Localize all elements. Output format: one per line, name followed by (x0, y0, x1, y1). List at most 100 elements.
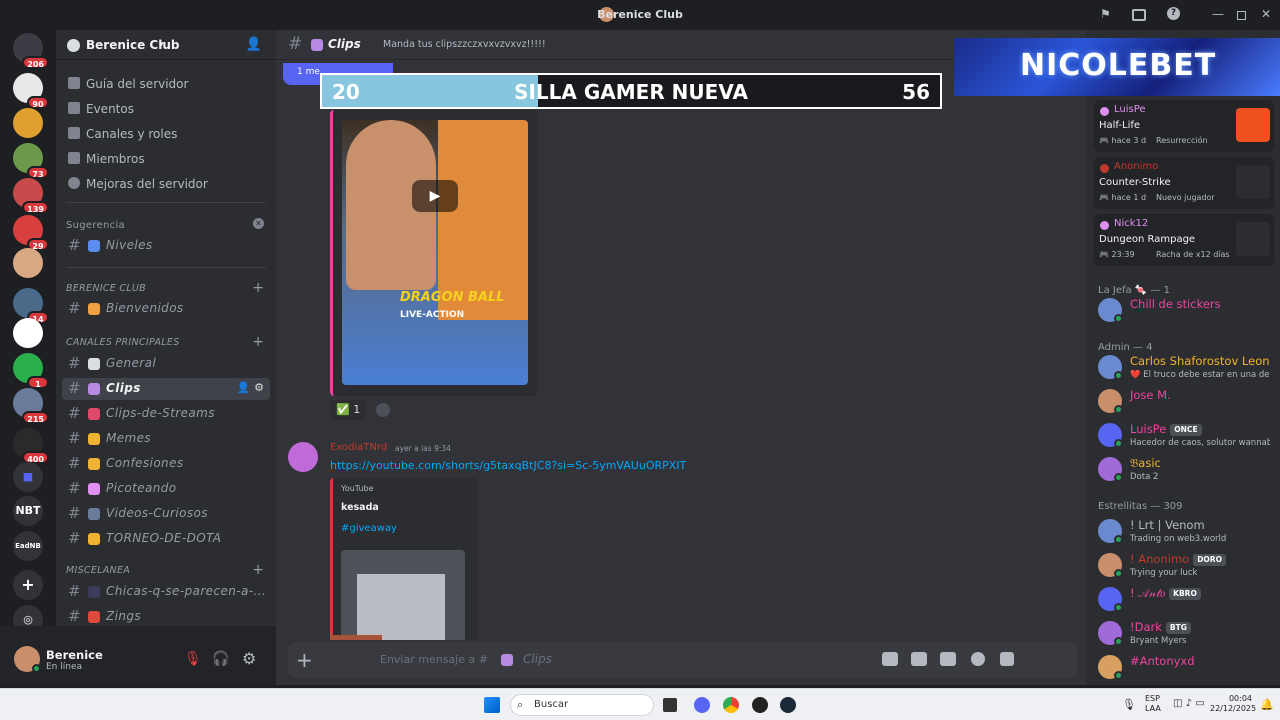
member-item[interactable]: ! 𝒜𝓃𝓉𝑜 KBRO (1094, 582, 1274, 616)
category-miscelanea[interactable]: MISCELANEA (66, 565, 130, 576)
gift-icon[interactable] (882, 652, 898, 666)
channel-confesiones[interactable]: # Confesiones (62, 453, 270, 475)
server-icon[interactable]: 29 (13, 215, 49, 251)
activity-card[interactable]: Nick12 Dungeon Rampage 🎮 23:39 Racha de x12… (1094, 214, 1274, 266)
invite-icon[interactable]: 👤 (237, 381, 251, 394)
server-eadnb[interactable]: EadNB (13, 531, 43, 561)
member-item[interactable]: Jose M. (1094, 384, 1274, 418)
activity-card[interactable]: LuisPe Half-Life 🎮 hace 3 d Resurrección (1094, 100, 1274, 152)
embed-thumbnail[interactable]: ▶ (341, 550, 465, 640)
server-icon[interactable]: 206 (13, 33, 49, 69)
message-link[interactable]: https://youtube.com/shorts/g5taxqBtJC8?s… (330, 459, 686, 472)
embed-title[interactable]: kesada (341, 502, 379, 513)
add-server-icon[interactable]: + (13, 570, 43, 600)
embed-hashtag[interactable]: #giveaway (341, 523, 397, 534)
sticker-icon[interactable] (940, 652, 956, 666)
menu-members[interactable]: Miembros (66, 149, 266, 171)
emoji-icon[interactable] (971, 652, 985, 666)
deafen-icon[interactable]: 🎧 (212, 651, 229, 667)
minimize-button[interactable]: — (1212, 7, 1224, 21)
dismiss-icon[interactable]: ✕ (253, 218, 264, 229)
channel-memes[interactable]: # Memes (62, 428, 270, 450)
category-berenice[interactable]: BERENICE CLUB (66, 283, 146, 294)
server-nbt[interactable]: NBT (13, 496, 43, 526)
message-author[interactable]: ExodiaTNrd (330, 442, 387, 453)
menu-server-guide[interactable]: Guía del servidor (66, 74, 266, 96)
channel-videos-curiosos[interactable]: # Videos-Curiosos (62, 503, 270, 525)
inbox-flag-icon[interactable]: ⚑ (1100, 7, 1111, 21)
server-icon[interactable]: 73 (13, 143, 49, 179)
invite-icon[interactable]: 👤 (246, 37, 262, 52)
member-item[interactable]: ! Anonimo DORO Trying your luck (1094, 548, 1274, 582)
server-icon[interactable] (13, 248, 43, 278)
help-icon[interactable]: ? (1167, 7, 1180, 20)
reaction-check[interactable]: ✅ 1 (330, 400, 367, 420)
game-art (1236, 108, 1270, 142)
server-icon[interactable]: 400 (13, 428, 49, 464)
category-principales[interactable]: CANALES PRINCIPALES (66, 337, 180, 348)
clock[interactable]: 00:04 22/12/2025 (1210, 694, 1256, 714)
hash-icon: # (68, 504, 81, 522)
channel-picoteando[interactable]: # Picoteando (62, 478, 270, 500)
network-icon[interactable]: ◫ ♪ ▭ (1173, 698, 1205, 709)
server-icon[interactable]: 139 (13, 178, 49, 214)
member-item[interactable]: 𝔅asic Dota 2 (1094, 452, 1274, 486)
server-icon[interactable]: 90 (13, 73, 49, 109)
add-reaction-icon[interactable] (376, 403, 390, 417)
windows-start-icon[interactable] (484, 697, 500, 713)
avatar[interactable] (288, 442, 318, 472)
member-item[interactable]: Chill de stickers (1094, 293, 1274, 327)
chrome-icon[interactable] (723, 697, 739, 713)
message-input[interactable]: + Enviar mensaje a # Clips (288, 642, 1078, 678)
member-status-text: Trading on web3.world (1130, 534, 1227, 544)
task-view-icon[interactable] (663, 698, 677, 712)
settings-gear-icon[interactable]: ⚙ (254, 381, 264, 394)
server-icon[interactable] (13, 318, 43, 348)
notifications-icon[interactable]: 🔔 (1260, 698, 1274, 711)
channel-clips-de-streams[interactable]: # Clips-de-Streams (62, 403, 270, 425)
activity-card[interactable]: Anonimo Counter-Strike 🎮 hace 1 d Nuevo jug… (1094, 157, 1274, 209)
add-channel-icon[interactable]: + (252, 280, 264, 296)
language-indicator[interactable]: ESP LAA (1145, 694, 1161, 714)
obs-icon[interactable] (752, 697, 768, 713)
folder-icon[interactable]: ■ (13, 462, 43, 492)
channel-actions[interactable]: 👤 ⚙ (237, 381, 264, 394)
add-channel-icon[interactable]: + (252, 562, 264, 578)
menu-boosts[interactable]: Mejoras del servidor (66, 174, 266, 196)
close-button[interactable]: ✕ (1261, 7, 1271, 21)
settings-gear-icon[interactable]: ⚙ (242, 649, 256, 668)
channel-bienvenidos[interactable]: # Bienvenidos (62, 298, 270, 320)
inbox-icon[interactable] (1132, 9, 1146, 21)
server-icon[interactable]: 215 (13, 388, 49, 424)
add-channel-icon[interactable]: + (252, 334, 264, 350)
member-item[interactable]: #Antonyxd (1094, 650, 1274, 684)
plus-icon[interactable]: + (296, 648, 313, 672)
channel-general[interactable]: # General (62, 353, 270, 375)
maximize-button[interactable] (1237, 11, 1246, 20)
server-icon[interactable]: 14 (13, 288, 49, 324)
discord-icon[interactable] (694, 697, 710, 713)
channel-topic[interactable]: Manda tus clipszzczxvxvzvxvz!!!!! (383, 39, 546, 50)
member-item[interactable]: LuisPe ONCE Hacedor de caos, solutor wanna… (1094, 418, 1274, 452)
guild-header[interactable]: Berenice Club ▾ 👤 (56, 30, 276, 60)
member-item[interactable]: Carlos Shaforostov Leon ❤️ El truco debe … (1094, 350, 1274, 384)
server-icon[interactable] (13, 108, 43, 138)
gif-icon[interactable] (911, 652, 927, 666)
channel-zings[interactable]: # Zings (62, 606, 270, 628)
menu-events[interactable]: Eventos (66, 99, 266, 121)
member-item[interactable]: ! Lrt | Venom Trading on web3.world (1094, 514, 1274, 548)
taskbar-search[interactable]: ⌕ Buscar (510, 694, 654, 716)
microphone-icon[interactable]: 🎙 (1122, 698, 1136, 711)
mute-mic-icon[interactable]: 🎙 (184, 651, 202, 667)
channel-chicas[interactable]: # Chicas-q-se-parecen-a-... (62, 581, 270, 603)
apps-icon[interactable] (1000, 652, 1014, 666)
menu-channels-roles[interactable]: Canales y roles (66, 124, 266, 146)
channel-clips[interactable]: # Clips 👤 ⚙ (62, 378, 270, 400)
channel-torneo-de-dota[interactable]: # TORNEO-DE-DOTA (62, 528, 270, 550)
play-icon[interactable]: ▶ (412, 180, 458, 212)
steam-icon[interactable] (780, 697, 796, 713)
video-thumbnail[interactable]: ▶ DRAGON BALL LIVE-ACTION (342, 120, 528, 385)
channel-niveles[interactable]: # Niveles (62, 235, 270, 257)
member-item[interactable]: !Dark BTG Bryant Myers (1094, 616, 1274, 650)
server-icon[interactable]: 1 (13, 353, 49, 389)
